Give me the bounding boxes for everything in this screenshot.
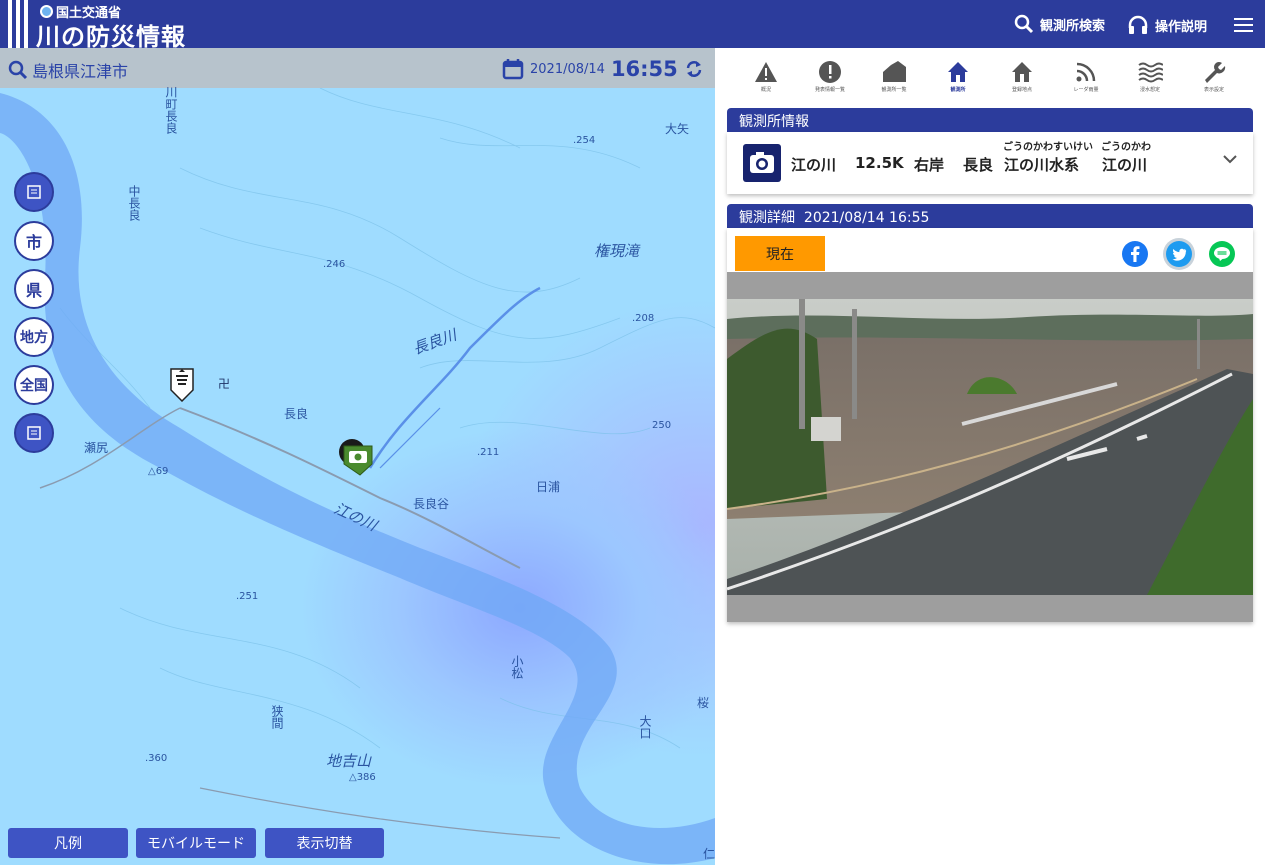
- elevation-label: .251: [236, 591, 259, 602]
- detail-datetime: 2021/08/14 16:55: [803, 210, 930, 226]
- wrench-icon: [1205, 62, 1226, 83]
- map-label: 大口: [638, 715, 652, 739]
- water-level-marker[interactable]: [170, 368, 194, 406]
- twitter-share-button[interactable]: [1163, 238, 1195, 270]
- station-river: 江の川: [791, 156, 837, 174]
- facebook-share-button[interactable]: [1119, 238, 1151, 270]
- zoom-prefecture-button[interactable]: 県: [14, 269, 54, 309]
- refresh-icon[interactable]: [684, 59, 704, 79]
- live-camera-frame: [727, 272, 1253, 622]
- map-label: 権現滝: [594, 242, 640, 260]
- station-distance: 12.5K: [855, 154, 904, 172]
- station-place: 長良: [963, 156, 994, 174]
- nav-station[interactable]: 観測所: [926, 60, 990, 93]
- app-header: 国土交通省 川の防災情報 観測所検索 操作説明: [0, 0, 1265, 51]
- nav-station-list[interactable]: 観測所一覧: [862, 60, 926, 93]
- legend-button[interactable]: 凡例: [8, 828, 128, 858]
- zoom-city-button[interactable]: 市: [14, 221, 54, 261]
- map-time: 16:55: [610, 57, 678, 81]
- map-toolbar: 島根県江津市 2021/08/14 16:55: [0, 48, 715, 88]
- app-title[interactable]: 川の防災情報: [36, 17, 186, 52]
- waves-icon: [1138, 62, 1163, 83]
- mobile-mode-button[interactable]: モバイルモード: [136, 828, 256, 858]
- warning-icon: [755, 62, 777, 82]
- home-icon: [948, 62, 968, 82]
- menu-button[interactable]: [1234, 18, 1253, 32]
- info-panel: 概況 発表情報一覧 観測所一覧 観測所 登録地点 レーダ雨量 浸水想定 表示設定…: [715, 48, 1265, 865]
- elevation-label: 250: [652, 420, 672, 431]
- alert-circle-icon: [819, 61, 841, 83]
- river-system: 江の川水系: [1004, 156, 1080, 174]
- elevation-label: .360: [145, 753, 168, 764]
- map-label: 長良: [284, 407, 309, 421]
- nav-display-settings[interactable]: 表示設定: [1182, 60, 1246, 93]
- location-label: 島根県江津市: [32, 62, 129, 81]
- map-label: 小松: [510, 655, 524, 679]
- river-ruby: ごうのかわ: [1101, 142, 1151, 153]
- map-book-icon: [27, 426, 41, 440]
- map-label: 狭間: [270, 705, 284, 729]
- search-icon: [8, 60, 28, 80]
- nav-registered-points[interactable]: 登録地点: [990, 60, 1054, 93]
- location-search[interactable]: 島根県江津市: [8, 58, 128, 82]
- map-panel[interactable]: 島根県江津市 2021/08/14 16:55 市 県 地方 全国 川町長良 中…: [0, 48, 715, 865]
- station-search-button[interactable]: 観測所検索: [1014, 14, 1105, 34]
- camera-pin-icon: [339, 439, 373, 476]
- map-label: 中長良: [127, 185, 141, 221]
- camera-station-marker[interactable]: [338, 438, 376, 480]
- house-icon: [1012, 62, 1032, 82]
- line-icon: [1209, 241, 1235, 267]
- detail-header: 観測詳細 2021/08/14 16:55: [727, 204, 1253, 228]
- map-label: 瀬尻: [84, 441, 109, 455]
- headphones-icon: [1128, 15, 1148, 34]
- twitter-icon: [1166, 241, 1192, 267]
- map-label: 地吉山: [326, 752, 372, 770]
- map-label: 大矢: [665, 122, 690, 136]
- logo-stripes: [8, 0, 28, 48]
- houses-icon: [883, 61, 906, 82]
- elevation-label: .211: [477, 447, 500, 458]
- river-system-ruby: ごうのかわすいけい: [1003, 142, 1093, 153]
- camera-image: [727, 299, 1253, 595]
- zoom-nation-button[interactable]: 全国: [14, 365, 54, 405]
- temple-symbol: 卍: [218, 377, 231, 391]
- zoom-map-icon-button-top[interactable]: [14, 172, 54, 212]
- elevation-label: .254: [573, 135, 596, 146]
- chevron-down-icon[interactable]: [1223, 154, 1237, 164]
- calendar-icon[interactable]: [502, 58, 524, 80]
- nav-announcements[interactable]: 発表情報一覧: [798, 60, 862, 93]
- observation-detail: 現在: [727, 228, 1253, 622]
- zoom-region-button[interactable]: 地方: [14, 317, 54, 357]
- water-level-icon: [170, 368, 194, 403]
- camera-station-icon: [743, 144, 781, 182]
- station-bank: 右岸: [914, 156, 945, 174]
- nav-overview[interactable]: 概況: [734, 60, 798, 93]
- radar-icon: [1076, 62, 1096, 82]
- elevation-label: △69: [148, 466, 169, 477]
- map-label: 仁: [703, 847, 715, 861]
- station-info-header: 観測所情報: [727, 108, 1253, 132]
- station-info-card[interactable]: 江の川 12.5K 右岸 長良 ごうのかわすいけい 江の川水系 ごうのかわ 江の…: [727, 132, 1253, 194]
- help-button[interactable]: 操作説明: [1127, 14, 1207, 36]
- river-name: 江の川: [1102, 156, 1148, 174]
- map-book-icon: [27, 185, 41, 199]
- search-icon: [1014, 14, 1034, 34]
- map-label: 日浦: [536, 480, 561, 494]
- function-nav: 概況 発表情報一覧 観測所一覧 観測所 登録地点 レーダ雨量 浸水想定 表示設定: [715, 60, 1265, 102]
- elevation-label: .208: [632, 313, 655, 324]
- nav-radar-rainfall[interactable]: レーダ雨量: [1054, 60, 1118, 93]
- map-label: 川町長良: [164, 86, 178, 134]
- map-label: 桜: [697, 696, 710, 710]
- zoom-map-icon-button-bottom[interactable]: [14, 413, 54, 453]
- map-datetime: 2021/08/14 16:55: [502, 57, 704, 81]
- nav-inundation[interactable]: 浸水想定: [1118, 60, 1182, 93]
- line-share-button[interactable]: [1206, 238, 1238, 270]
- current-button[interactable]: 現在: [735, 236, 825, 271]
- elevation-label: .246: [323, 259, 346, 270]
- display-switch-button[interactable]: 表示切替: [265, 828, 384, 858]
- elevation-label: △386: [349, 772, 376, 783]
- map-label: 長良谷: [413, 497, 450, 511]
- facebook-icon: [1122, 241, 1148, 267]
- map-date: 2021/08/14: [530, 61, 605, 77]
